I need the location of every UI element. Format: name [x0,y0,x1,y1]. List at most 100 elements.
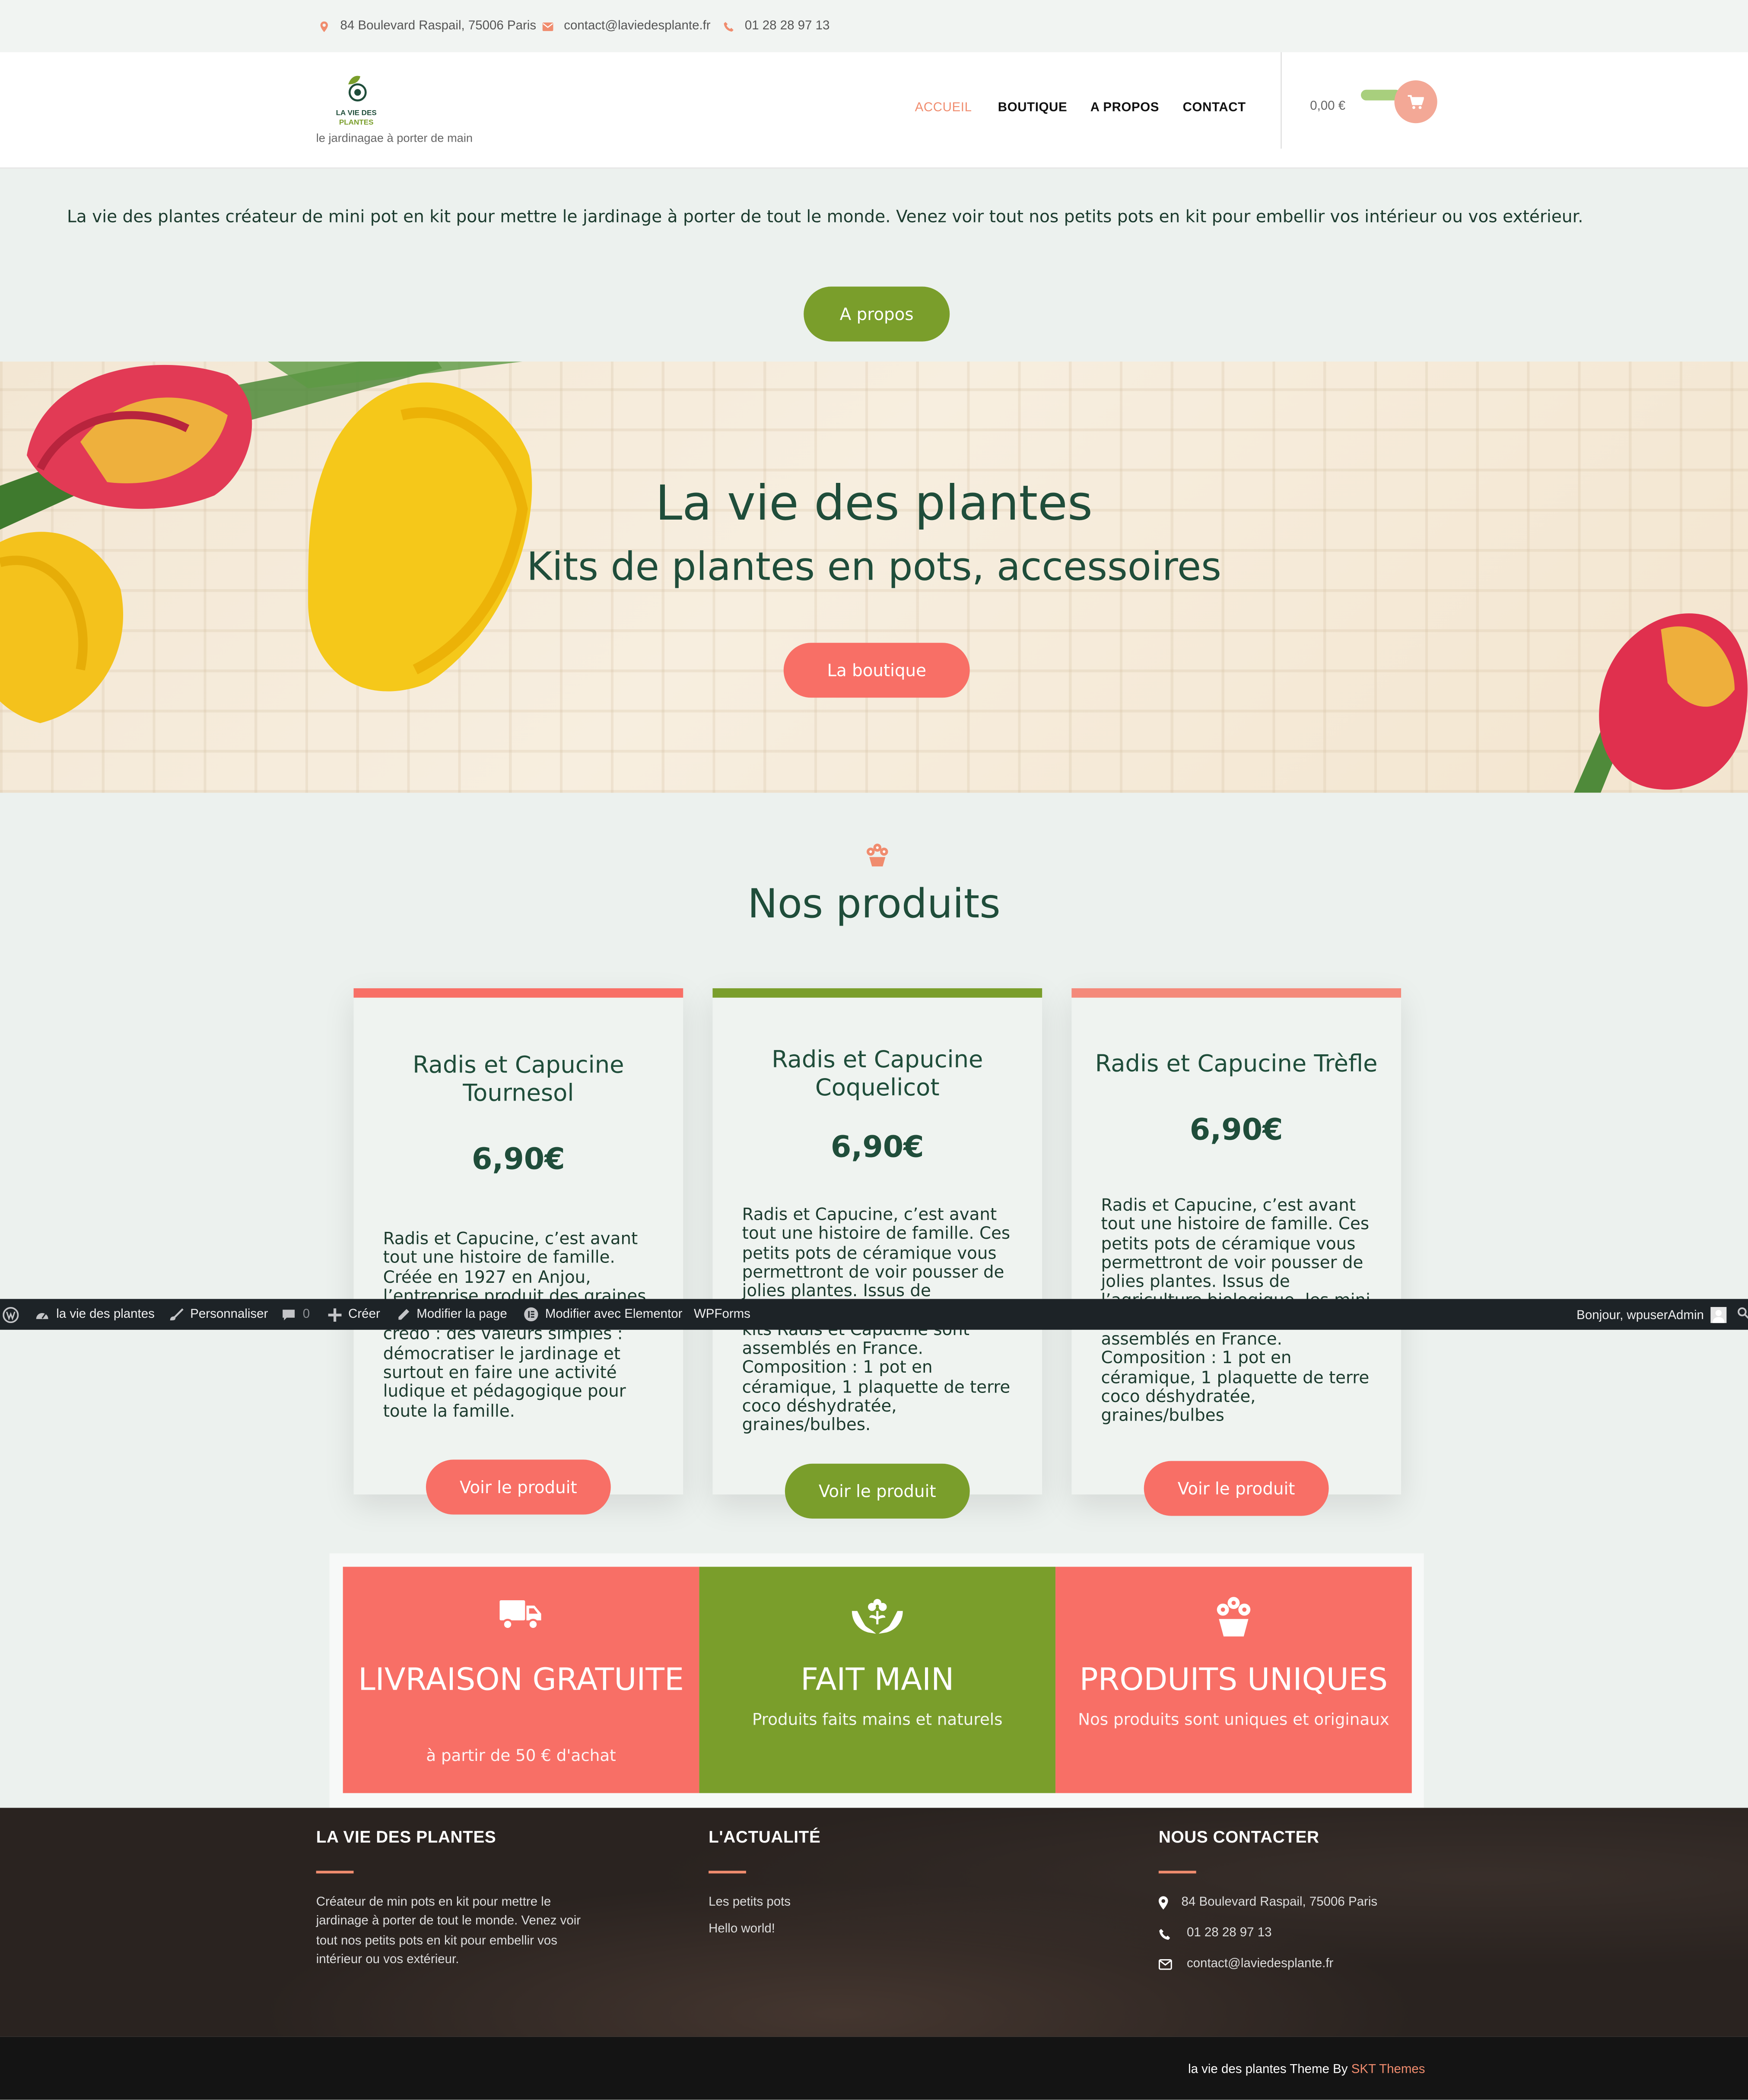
feature-subtitle: Nos produits sont uniques et originaux [1078,1710,1389,1729]
nav-boutique[interactable]: BOUTIQUE [998,101,1067,115]
feature-produits-uniques: PRODUITS UNIQUES Nos produits sont uniqu… [1055,1567,1412,1793]
intro-text: La vie des plantes créateur de mini pot … [67,206,1583,226]
product-price: 6,90€ [830,1131,924,1165]
feature-title: FAIT MAIN [801,1663,954,1698]
cart-button[interactable] [1394,80,1437,124]
footer-divider [316,1871,354,1873]
pencil-icon [398,1308,410,1319]
adminbar-account[interactable]: Bonjour, wpuserAdmin [1576,1307,1727,1323]
voir-produit-button[interactable]: Voir le produit [426,1459,611,1515]
wp-logo-menu[interactable] [3,1307,19,1323]
product-title[interactable]: Radis et Capucine Coquelicot [726,1047,1029,1104]
brush-icon [170,1308,184,1320]
hero-banner: La vie des plantes Kits de plantes en po… [0,362,1748,793]
product-title[interactable]: Radis et Capucine Trèfle [1085,1051,1388,1079]
adminbar-elementor[interactable]: Modifier avec Elementor [524,1307,682,1322]
feature-title: LIVRAISON GRATUITE [358,1663,684,1698]
adminbar-wpforms-label[interactable]: WPForms [694,1307,750,1322]
phone-icon [724,21,734,31]
adminbar-new[interactable]: Créer [328,1307,380,1322]
topbar-address: 84 Boulevard Raspail, 75006 Paris [319,19,537,34]
footer-credit: la vie des plantes Theme By SKT Themes [1188,2062,1425,2077]
envelope-icon [542,22,553,31]
feature-subtitle: Produits faits mains et naturels [752,1710,1003,1729]
site-logo[interactable]: LA VIE DES PLANTES [330,74,383,129]
voir-produit-button[interactable]: Voir le produit [1144,1461,1329,1516]
footer-address: 84 Boulevard Raspail, 75006 Paris [1181,1895,1378,1910]
nav-a-propos[interactable]: A PROPOS [1090,101,1159,115]
footer-col1-title: LA VIE DES PLANTES [316,1828,496,1847]
adminbar-comments-count[interactable]: 0 [303,1307,310,1322]
footer-post-link[interactable]: Les petits pots [709,1894,791,1913]
phone-icon [1159,1929,1170,1940]
adminbar-wpforms[interactable]: WPForms [694,1307,750,1322]
adminbar-edit-label[interactable]: Modifier la page [416,1307,507,1322]
site-footer [0,1808,1748,2037]
product-card: Radis et Capucine Tournesol 6,90€ Radis … [353,988,683,1495]
a-propos-button[interactable]: A propos [804,286,950,342]
wordpress-icon [3,1307,19,1323]
adminbar-customize[interactable]: Personnaliser [169,1307,268,1322]
footer-email[interactable]: contact@laviedesplante.fr [1187,1955,1333,1974]
adminbar-site[interactable]: la vie des plantes [35,1307,155,1322]
map-pin-icon [320,21,328,32]
logo-leaf-icon [348,76,367,102]
footer-bottom-bar [0,2037,1748,2100]
avatar-icon [1710,1307,1727,1323]
footer-phone: 01 28 28 97 13 [1186,1926,1272,1941]
cart-total[interactable]: 0,00 € [1310,99,1345,114]
site-tagline: le jardinagae à porter de main [316,131,473,145]
header-divider [1280,52,1282,149]
products-section-title: Nos produits [747,881,1001,928]
feature-livraison: LIVRAISON GRATUITE à partir de 50 € d'ac… [343,1567,699,1793]
adminbar-customize-label[interactable]: Personnaliser [190,1307,268,1322]
voir-produit-button[interactable]: Voir le produit [785,1463,970,1519]
footer-post-link[interactable]: Hello world! [709,1920,775,1939]
logo-text: LA VIE DES PLANTES [330,110,383,128]
topbar-email-text[interactable]: contact@laviedesplante.fr [564,19,710,33]
comment-icon [283,1309,295,1320]
adminbar-search[interactable] [1737,1307,1748,1319]
nav-accueil[interactable]: ACCUEIL [915,101,972,115]
footer-credit-link[interactable]: SKT Themes [1351,2062,1425,2077]
elementor-icon [524,1307,538,1322]
envelope-icon [1158,1959,1172,1970]
truck-icon [499,1600,541,1630]
feature-title: PRODUITS UNIQUES [1079,1663,1388,1698]
adminbar-new-label[interactable]: Créer [348,1307,380,1322]
nav-contact[interactable]: CONTACT [1183,101,1246,115]
flower-pot-icon [866,844,888,866]
dashboard-icon [36,1312,48,1319]
topbar-email[interactable]: contact@laviedesplante.fr [542,19,711,34]
topbar-address-text: 84 Boulevard Raspail, 75006 Paris [340,19,537,34]
adminbar-edit-page[interactable]: Modifier la page [397,1307,507,1322]
footer-col3-title: NOUS CONTACTER [1158,1828,1319,1847]
adminbar-comments[interactable]: 0 [281,1307,310,1322]
product-price: 6,90€ [471,1143,565,1177]
feature-fait-main: FAIT MAIN Produits faits mains et nature… [699,1567,1056,1793]
topbar-phone-text: 01 28 28 97 13 [744,19,830,34]
adminbar-greeting[interactable]: Bonjour, wpuserAdmin [1576,1308,1704,1323]
product-card: Radis et Capucine Trèfle 6,90€ Radis et … [1071,988,1402,1495]
product-price: 6,90€ [1189,1114,1283,1148]
logo-line-1: LA VIE DES [336,110,377,118]
top-bar: 84 Boulevard Raspail, 75006 Paris contac… [0,0,1748,52]
footer-divider [709,1871,746,1873]
product-title[interactable]: Radis et Capucine Tournesol [367,1053,670,1109]
logo-line-2: PLANTES [339,119,374,127]
feature-subtitle: à partir de 50 € d'achat [426,1746,616,1765]
card-accent-bar [712,988,1042,998]
hero-subtitle: Kits de plantes en pots, accessoires [526,543,1222,590]
adminbar-elementor-label[interactable]: Modifier avec Elementor [545,1307,683,1322]
la-boutique-button[interactable]: La boutique [783,643,970,698]
plus-icon [328,1307,342,1321]
adminbar-site-label[interactable]: la vie des plantes [56,1307,155,1322]
topbar-phone: 01 28 28 97 13 [723,19,830,34]
hands-flower-icon [852,1599,903,1634]
hero-title: La vie des plantes [655,476,1093,532]
footer-about-text: Créateur de min pots en kit pour mettre … [316,1895,581,1967]
flower-pot-icon [1217,1597,1251,1637]
wp-admin-bar: la vie des plantes Personnaliser 0 Créer… [0,1299,1748,1330]
map-pin-icon [1158,1896,1168,1910]
search-icon [1738,1307,1748,1319]
